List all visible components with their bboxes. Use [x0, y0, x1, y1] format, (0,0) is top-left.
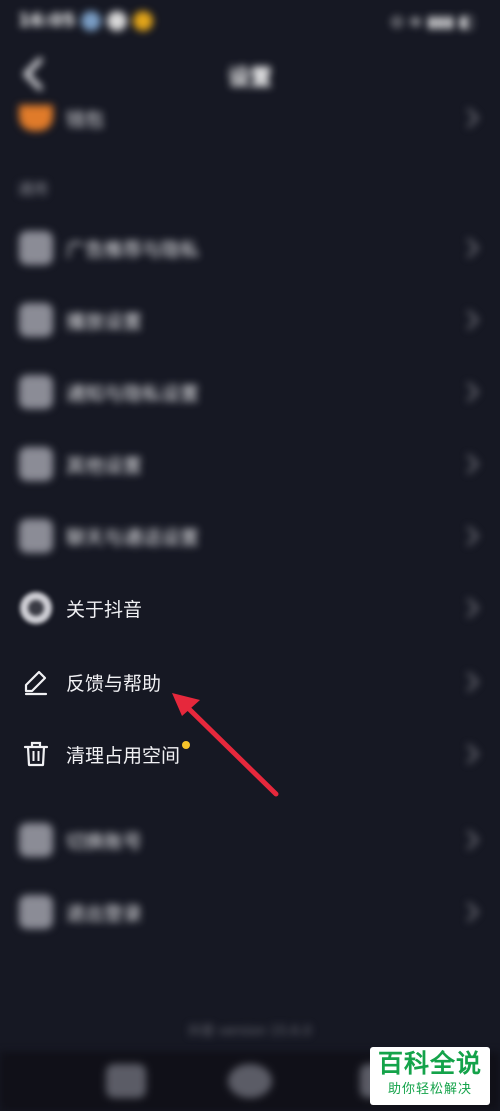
settings-row-label: 退出登录: [66, 903, 143, 925]
settings-row-wallet[interactable]: 钱包: [0, 88, 500, 148]
settings-row[interactable]: 通知与隐私设置: [0, 362, 500, 422]
settings-row-label: 切换账号: [66, 831, 143, 853]
settings-row[interactable]: 广告推荐与隐私: [0, 218, 500, 278]
settings-row-label: 关于抖音: [66, 599, 143, 621]
app-notification-icon: [133, 10, 154, 31]
settings-row[interactable]: 切换账号: [0, 810, 500, 870]
chevron-right-icon: [466, 107, 480, 129]
settings-row-label: 广告推荐与隐私: [66, 239, 200, 261]
chevron-right-icon: [466, 829, 480, 851]
settings-row-label: 聊天与通话设置: [66, 527, 200, 549]
section-label: 通用: [18, 180, 49, 198]
chevron-right-icon: [466, 525, 480, 547]
settings-row-clear-storage[interactable]: 清理占用空间: [0, 724, 500, 784]
chevron-right-icon: [466, 309, 480, 331]
home-icon[interactable]: [228, 1064, 272, 1098]
settings-row-feedback-help[interactable]: 反馈与帮助: [0, 652, 500, 712]
chevron-right-icon: [466, 237, 480, 259]
blurred-icon: [19, 823, 53, 857]
settings-row-label: 钱包: [66, 109, 105, 131]
watermark-title: 百科全说: [377, 1049, 482, 1078]
pencil-icon: [18, 664, 54, 700]
trash-icon: [18, 736, 54, 772]
chevron-right-icon: [466, 743, 480, 765]
about-icon: [18, 590, 54, 626]
blurred-icon: [19, 447, 53, 481]
status-time: 16:05: [18, 10, 76, 31]
wallet-icon: [18, 100, 54, 136]
menu-icon[interactable]: [106, 1064, 146, 1098]
settings-row-label: 反馈与帮助: [66, 673, 162, 695]
settings-row-about[interactable]: 关于抖音: [0, 578, 500, 638]
status-icons: ⊙ ≋ ▮▮▮ ◧: [390, 12, 474, 31]
settings-row-label: 清理占用空间: [66, 741, 191, 768]
watermark-logo: 百科全说 助你轻松解决: [370, 1047, 490, 1105]
new-badge-dot: [182, 741, 191, 749]
chevron-right-icon: [466, 671, 480, 693]
blurred-icon: [19, 303, 53, 337]
settings-row[interactable]: 聊天与通话设置: [0, 506, 500, 566]
blurred-icon: [19, 375, 53, 409]
blurred-icon: [19, 895, 53, 929]
settings-row[interactable]: 退出登录: [0, 882, 500, 942]
app-notification-icon: [81, 10, 102, 31]
settings-row[interactable]: 其他设置: [0, 434, 500, 494]
chevron-right-icon: [466, 901, 480, 923]
blurred-icon: [19, 519, 53, 553]
chevron-right-icon: [466, 453, 480, 475]
settings-row[interactable]: 播放设置: [0, 290, 500, 350]
settings-row-label: 通知与隐私设置: [66, 383, 200, 405]
blurred-icon: [19, 231, 53, 265]
status-bar: 16:05 ⊙ ≋ ▮▮▮ ◧: [0, 0, 500, 46]
settings-row-label: 播放设置: [66, 311, 143, 333]
app-notification-icon: [107, 10, 128, 31]
status-left: 16:05: [18, 10, 154, 31]
version-text: 抖音 version 15.6.0: [188, 1024, 312, 1039]
watermark-subtitle: 助你轻松解决: [387, 1082, 472, 1097]
settings-row-label: 其他设置: [66, 455, 143, 477]
chevron-right-icon: [466, 597, 480, 619]
chevron-right-icon: [466, 381, 480, 403]
